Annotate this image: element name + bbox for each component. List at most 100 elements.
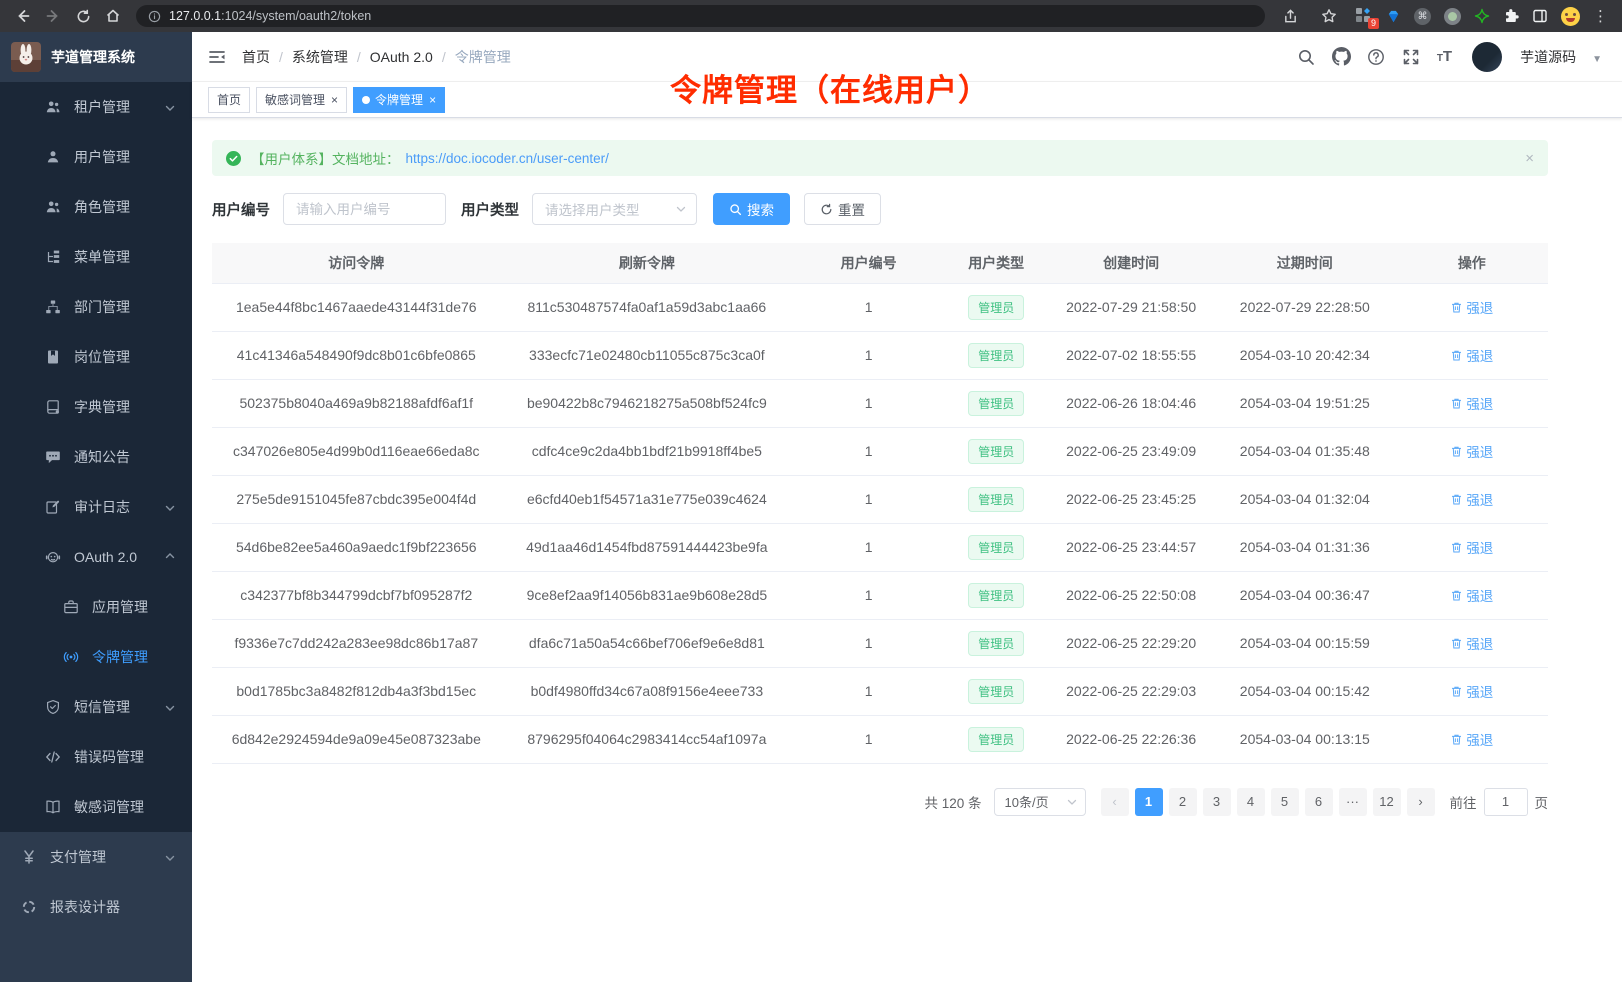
close-icon[interactable]: × [429,93,436,107]
sidebar-item-errcode[interactable]: 错误码管理 [0,732,192,782]
star-extension-icon[interactable] [1474,8,1490,24]
page-button-2[interactable]: 2 [1169,788,1197,816]
reset-button[interactable]: 重置 [804,193,881,225]
expire-time-cell: 2054-03-04 00:15:42 [1214,667,1396,715]
chevron-down-icon[interactable]: ▼ [1592,54,1602,65]
page-more-button[interactable]: ··· [1339,788,1367,816]
profile-avatar-icon[interactable] [1561,7,1580,26]
user-type-badge: 管理员 [968,343,1024,368]
sidebar-item-dict[interactable]: 字典管理 [0,382,192,432]
page-button-4[interactable]: 4 [1237,788,1265,816]
tree-icon [44,248,62,266]
sidebar-item-pay[interactable]: 支付管理 [0,832,192,882]
gem-extension-icon[interactable] [1386,9,1401,24]
force-logout-button[interactable]: 强退 [1450,585,1493,605]
sidebar-item-label: 审计日志 [74,497,130,517]
browser-reload-icon[interactable] [70,3,96,29]
url-bar[interactable]: 127.0.0.1:1024/system/oauth2/token [136,5,1265,27]
create-time-cell: 2022-06-25 22:26:36 [1048,715,1214,763]
extension-grid-icon[interactable]: 9 [1355,7,1373,25]
refresh-token-cell: 49d1aa46d1454fbd87591444423be9fa [501,523,794,571]
app-logo-row[interactable]: 芋道管理系统 [0,32,192,82]
close-icon[interactable]: × [331,93,338,107]
user-id-input[interactable] [283,193,446,225]
next-page-button[interactable]: › [1407,788,1435,816]
tab-oauth2-token[interactable]: 令牌管理× [353,87,445,113]
force-logout-button[interactable]: 强退 [1450,345,1493,365]
side-panel-icon[interactable] [1532,8,1548,24]
sidebar-item-report[interactable]: 报表设计器 [0,882,192,932]
sidebar-item-user[interactable]: 用户管理 [0,132,192,182]
force-logout-label: 强退 [1466,633,1493,653]
app-icon [62,598,80,616]
user-id-cell: 1 [793,715,944,763]
puzzle-extensions-icon[interactable] [1503,8,1519,24]
page-button-5[interactable]: 5 [1271,788,1299,816]
force-logout-button[interactable]: 强退 [1450,441,1493,461]
force-logout-button[interactable]: 强退 [1450,537,1493,557]
tab-sensitive[interactable]: 敏感词管理× [256,87,347,113]
user-id-cell: 1 [793,379,944,427]
table-row: c342377bf8b344799dcbf7bf095287f29ce8ef2a… [212,571,1548,619]
page-content: 【用户体系】文档地址： https://doc.iocoder.cn/user-… [192,118,1622,982]
github-icon[interactable] [1332,47,1351,66]
create-time-cell: 2022-06-25 23:44:57 [1048,523,1214,571]
sidebar-item-oauth2-token[interactable]: 令牌管理 [0,632,192,682]
command-extension-icon[interactable]: ⌘ [1414,8,1431,25]
force-logout-button[interactable]: 强退 [1450,297,1493,317]
tab-label: 首页 [217,91,241,108]
page-button-3[interactable]: 3 [1203,788,1231,816]
prev-page-button[interactable]: ‹ [1101,788,1129,816]
search-icon[interactable] [1297,47,1316,66]
force-logout-button[interactable]: 强退 [1450,681,1493,701]
sidebar-toggle-icon[interactable] [207,47,227,67]
record-extension-icon[interactable] [1444,8,1461,25]
bookmark-star-icon[interactable] [1316,3,1342,29]
breadcrumb-home[interactable]: 首页 [242,47,292,67]
share-icon[interactable] [1277,3,1303,29]
tab-home[interactable]: 首页 [208,87,250,113]
alert-close-icon[interactable]: × [1525,150,1534,167]
browser-back-icon[interactable] [10,3,36,29]
sidebar-item-tenant[interactable]: 租户管理 [0,82,192,132]
browser-menu-icon[interactable]: ⋮ [1593,7,1608,25]
sidebar-item-notice[interactable]: 通知公告 [0,432,192,482]
search-button[interactable]: 搜索 [713,193,790,225]
report-icon [20,898,38,916]
doc-link[interactable]: https://doc.iocoder.cn/user-center/ [406,151,609,166]
force-logout-button[interactable]: 强退 [1450,633,1493,653]
browser-toolbar-right: 9 ⌘ ⋮ [1277,3,1612,29]
message-icon [44,448,62,466]
sidebar-item-sms[interactable]: 短信管理 [0,682,192,732]
expire-time-cell: 2054-03-04 00:13:15 [1214,715,1396,763]
force-logout-button[interactable]: 强退 [1450,729,1493,749]
sidebar-item-oauth2[interactable]: OAuth 2.0 [0,532,192,582]
app-title: 芋道管理系统 [51,47,135,67]
page-button-1[interactable]: 1 [1135,788,1163,816]
user-type-cell: 管理员 [944,619,1048,667]
breadcrumb-system: 系统管理 [292,47,370,67]
sidebar-item-post[interactable]: 岗位管理 [0,332,192,382]
browser-home-icon[interactable] [100,3,126,29]
goto-page-input[interactable] [1484,788,1528,816]
force-logout-button[interactable]: 强退 [1450,489,1493,509]
user-type-select[interactable]: 请选择用户类型 [532,193,697,225]
refresh-token-cell: cdfc4ce9c2da4bb1bdf21b9918ff4be5 [501,427,794,475]
sidebar-item-role[interactable]: 角色管理 [0,182,192,232]
sidebar-item-sensitive[interactable]: 敏感词管理 [0,782,192,832]
user-avatar[interactable] [1472,42,1502,72]
help-icon[interactable] [1367,47,1386,66]
font-size-icon[interactable]: TT [1437,48,1452,66]
browser-forward-icon[interactable] [40,3,66,29]
force-logout-button[interactable]: 强退 [1450,393,1493,413]
sidebar-item-oauth2-app[interactable]: 应用管理 [0,582,192,632]
sidebar-item-dept[interactable]: 部门管理 [0,282,192,332]
sidebar: 芋道管理系统 租户管理用户管理角色管理菜单管理部门管理岗位管理字典管理通知公告审… [0,32,192,982]
sidebar-item-audit-log[interactable]: 审计日志 [0,482,192,532]
page-size-select[interactable]: 10条/页 [994,788,1086,816]
sidebar-item-menu[interactable]: 菜单管理 [0,232,192,282]
page-button-6[interactable]: 6 [1305,788,1333,816]
user-name[interactable]: 芋道源码 [1520,47,1576,67]
page-button-12[interactable]: 12 [1373,788,1401,816]
fullscreen-icon[interactable] [1402,47,1421,66]
